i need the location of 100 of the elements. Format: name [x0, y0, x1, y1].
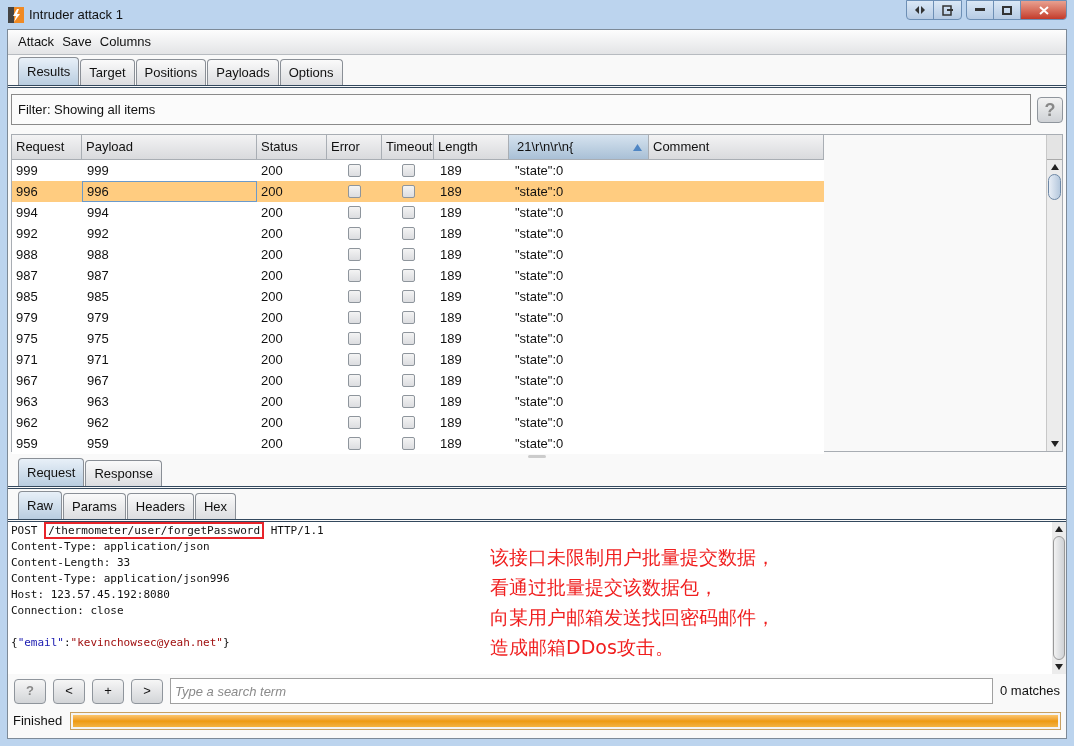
checkbox[interactable] [348, 185, 361, 198]
tab[interactable]: Hex [194, 493, 237, 519]
tab[interactable]: Request [18, 458, 85, 486]
checkbox[interactable] [348, 248, 361, 261]
checkbox[interactable] [348, 374, 361, 387]
checkbox[interactable] [348, 437, 361, 450]
checkbox[interactable] [401, 332, 415, 345]
scroll-down-icon[interactable] [1055, 664, 1063, 670]
search-field[interactable]: Type a search term [170, 678, 993, 704]
table-row[interactable]: 987 987 200 189 "state":0 [12, 265, 824, 286]
scrollbar-thumb[interactable] [1048, 174, 1061, 200]
checkbox[interactable] [348, 164, 361, 177]
table-row[interactable]: 992 992 200 189 "state":0 [12, 223, 824, 244]
match-count: 0 matches [1000, 682, 1060, 701]
table-cell-text: 994 [86, 204, 110, 222]
checkbox[interactable] [401, 206, 415, 219]
table-row[interactable]: 959 959 200 189 "state":0 [12, 433, 824, 454]
checkbox[interactable] [401, 185, 415, 198]
checkbox[interactable] [401, 437, 415, 450]
table-row[interactable]: 979 979 200 189 "state":0 [12, 307, 824, 328]
table-cell-text: 963 [86, 393, 110, 411]
table-row[interactable]: 985 985 200 189 "state":0 [12, 286, 824, 307]
column-header[interactable]: Error [327, 135, 382, 160]
tab[interactable]: Params [63, 493, 126, 519]
table-cell-text: 999 [15, 162, 39, 180]
scroll-up-icon[interactable] [1050, 164, 1059, 170]
table-cell-text: 189 [439, 246, 463, 264]
table-cell-text: 189 [439, 435, 463, 453]
table-row[interactable]: 962 962 200 189 "state":0 [12, 412, 824, 433]
checkbox[interactable] [401, 290, 415, 303]
filter-bar[interactable]: Filter: Showing all items [11, 94, 1031, 125]
column-header[interactable]: Status [257, 135, 327, 160]
tab[interactable]: Target [80, 59, 135, 85]
tab[interactable]: Headers [126, 493, 194, 519]
checkbox[interactable] [348, 332, 361, 345]
column-header[interactable]: 21\r\n\r\n{ [509, 135, 649, 160]
table-row[interactable]: 996 996 200 189 "state":0 [12, 181, 824, 202]
column-header[interactable]: Timeout [382, 135, 434, 160]
scrollbar[interactable] [1052, 522, 1066, 674]
table-cell: 996 [82, 181, 257, 202]
tab[interactable]: Results [18, 57, 80, 85]
search-nav-button[interactable]: > [131, 678, 163, 704]
checkbox[interactable] [401, 395, 415, 408]
table-cell-text: 189 [439, 414, 463, 432]
checkbox[interactable] [348, 290, 361, 303]
table-cell-text: 962 [86, 414, 110, 432]
table-row[interactable]: 963 963 200 189 "state":0 [12, 391, 824, 412]
tab[interactable]: Positions [135, 59, 207, 85]
close-icon[interactable] [1021, 1, 1066, 19]
table-cell-text: 200 [260, 393, 284, 411]
table-row[interactable]: 999 999 200 189 "state":0 [12, 160, 824, 181]
search-nav-button[interactable]: + [92, 678, 124, 704]
table-row[interactable]: 967 967 200 189 "state":0 [12, 370, 824, 391]
checkbox[interactable] [401, 416, 415, 429]
checkbox[interactable] [401, 374, 415, 387]
checkbox[interactable] [401, 227, 415, 240]
table-cell-text: 189 [439, 267, 463, 285]
scrollbar-thumb[interactable] [1053, 536, 1065, 660]
window-title: Intruder attack 1 [29, 5, 123, 24]
table-row[interactable]: 975 975 200 189 "state":0 [12, 328, 824, 349]
column-header[interactable]: Payload [82, 135, 257, 160]
scroll-down-icon[interactable] [1050, 441, 1059, 447]
checkbox[interactable] [401, 311, 415, 324]
scroll-up-icon[interactable] [1055, 526, 1063, 532]
table-cell-text: 985 [15, 288, 39, 306]
table-cell-text: 189 [439, 330, 463, 348]
tab[interactable]: Payloads [207, 59, 279, 85]
scrollbar[interactable] [1046, 135, 1062, 451]
column-header[interactable]: Comment [649, 135, 824, 160]
table-row[interactable]: 971 971 200 189 "state":0 [12, 349, 824, 370]
tab[interactable]: Response [85, 460, 162, 486]
search-nav-button[interactable]: < [53, 678, 85, 704]
table-cell-text: 987 [86, 267, 110, 285]
tab[interactable]: Raw [18, 491, 62, 519]
checkbox[interactable] [401, 164, 415, 177]
column-header[interactable]: Length [434, 135, 509, 160]
checkbox[interactable] [348, 311, 361, 324]
checkbox[interactable] [348, 269, 361, 282]
table-cell-text: 200 [260, 162, 284, 180]
menu-item[interactable]: Columns [99, 32, 152, 52]
checkbox[interactable] [348, 353, 361, 366]
table-cell-text: 987 [15, 267, 39, 285]
table-cell-text: 189 [439, 393, 463, 411]
checkbox[interactable] [401, 353, 415, 366]
checkbox[interactable] [348, 395, 361, 408]
json-body: {"email":"kevinchowsec@yeah.net"} [11, 635, 230, 651]
menu-item[interactable]: Save [62, 32, 92, 52]
checkbox[interactable] [401, 248, 415, 261]
menu-item[interactable]: Attack [18, 32, 55, 52]
table-row[interactable]: 994 994 200 189 "state":0 [12, 202, 824, 223]
checkbox[interactable] [348, 206, 361, 219]
table-cell-text: "state":0 [514, 183, 565, 201]
column-header[interactable]: Request [12, 135, 82, 160]
table-row[interactable]: 988 988 200 189 "state":0 [12, 244, 824, 265]
table-cell-text: 189 [439, 204, 463, 222]
header-line: Content-Type: application/json [11, 539, 210, 555]
checkbox[interactable] [348, 227, 361, 240]
tab[interactable]: Options [279, 59, 343, 85]
checkbox[interactable] [348, 416, 361, 429]
checkbox[interactable] [401, 269, 415, 282]
